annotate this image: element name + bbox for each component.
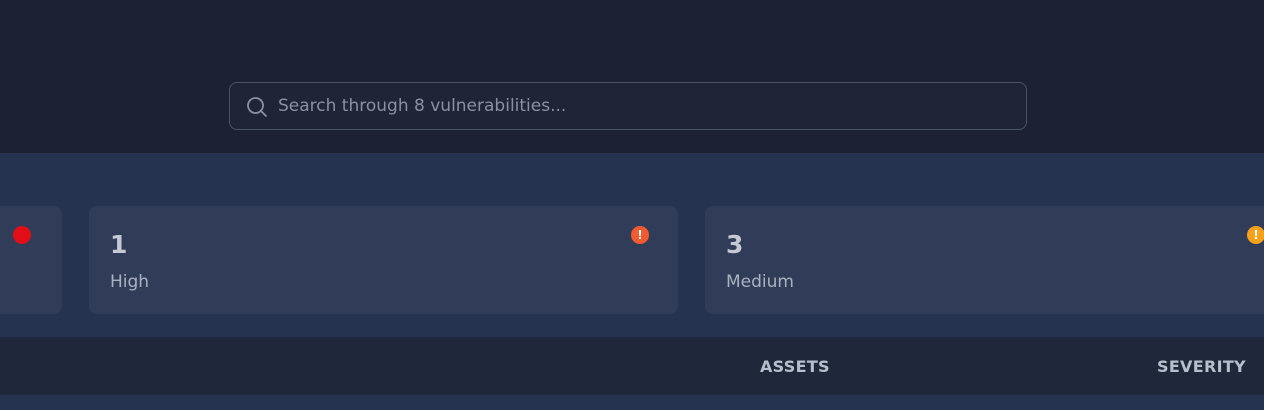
search-input[interactable] (278, 83, 1008, 129)
critical-alert-icon: ! (13, 226, 31, 244)
high-label: High (110, 272, 150, 292)
column-header-assets[interactable]: ASSETS (760, 357, 830, 377)
severity-summary: ! 1 High ! 3 Medium ! (0, 153, 1264, 337)
severity-card-medium[interactable]: 3 Medium ! (705, 206, 1264, 314)
column-header-severity[interactable]: SEVERITY (1157, 357, 1246, 377)
severity-card-high[interactable]: 1 High ! (89, 206, 678, 314)
medium-label: Medium (726, 272, 794, 292)
vulnerabilities-page: ! 1 High ! 3 Medium ! ASSETS SEVERITY (0, 0, 1264, 410)
search-header (0, 0, 1264, 153)
medium-count: 3 (726, 230, 744, 259)
medium-alert-icon: ! (1247, 226, 1264, 244)
severity-card-critical[interactable]: ! (0, 206, 62, 314)
table-header: ASSETS SEVERITY (0, 337, 1264, 395)
search-box[interactable] (229, 82, 1027, 130)
table-row[interactable] (0, 395, 1264, 410)
high-count: 1 (110, 230, 128, 259)
search-icon (247, 97, 267, 117)
high-alert-icon: ! (631, 226, 649, 244)
